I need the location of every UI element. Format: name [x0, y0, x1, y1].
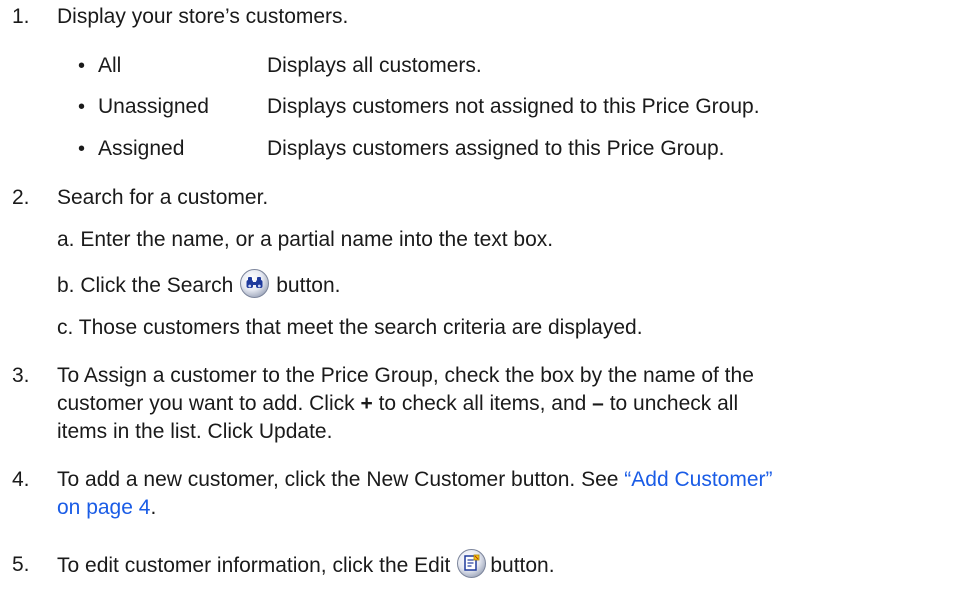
check-all-symbol: +: [360, 392, 373, 415]
edit-button-icon: [456, 548, 487, 579]
bullet-unassigned: •: [78, 96, 86, 118]
uncheck-all-symbol: –: [592, 392, 604, 415]
step-5-text-after: button.: [490, 554, 555, 578]
step-2-text: Search for a customer.: [57, 186, 269, 209]
step-5-number: 5.: [12, 553, 30, 576]
filter-term-assigned: Assigned: [98, 137, 185, 160]
step-3-line-1: To Assign a customer to the Price Group,…: [57, 364, 754, 387]
step-3-line-2b: to check all items, and: [372, 392, 593, 415]
step-5-text-before: To edit customer information, click the …: [57, 554, 451, 578]
binoculars-icon: [240, 269, 270, 298]
step-5-line: To edit customer information, click the …: [57, 548, 555, 579]
step-3-line-2a: customer you want to add. Click: [57, 392, 361, 415]
filter-desc-all: Displays all customers.: [267, 54, 482, 77]
step-4-line-2: on page 4.: [57, 494, 156, 522]
step-4-number: 4.: [12, 468, 30, 491]
step-2b-text-before: b. Click the Search: [57, 274, 234, 298]
search-button-icon: [239, 268, 270, 299]
step-2a-text: a. Enter the name, or a partial name int…: [57, 228, 554, 251]
filter-desc-unassigned: Displays customers not assigned to this …: [267, 95, 760, 118]
step-4-text: To add a new customer, click the New Cus…: [57, 468, 625, 491]
step-3-line-2: customer you want to add. Click + to che…: [57, 390, 738, 418]
step-1-text: Display your store’s customers.: [57, 5, 349, 28]
step-2-number: 2.: [12, 186, 30, 209]
step-2c-text: c. Those customers that meet the search …: [57, 316, 643, 339]
filter-term-all: All: [98, 54, 122, 77]
bullet-assigned: •: [78, 138, 86, 160]
filter-term-unassigned: Unassigned: [98, 95, 209, 118]
step-3-line-2c: to uncheck all: [603, 392, 739, 415]
step-2b-text-after: button.: [276, 274, 341, 298]
page-4-link[interactable]: on page 4: [57, 496, 150, 519]
step-2b-line: b. Click the Search button.: [57, 268, 341, 299]
step-4-line-1: To add a new customer, click the New Cus…: [57, 466, 773, 494]
step-1-number: 1.: [12, 5, 30, 28]
add-customer-link[interactable]: “Add Customer”: [624, 468, 772, 491]
step-3-number: 3.: [12, 364, 30, 387]
bullet-all: •: [78, 55, 86, 77]
filter-desc-assigned: Displays customers assigned to this Pric…: [267, 137, 725, 160]
step-4-period: .: [150, 496, 157, 519]
step-3-line-3: items in the list. Click Update.: [57, 420, 333, 443]
edit-document-icon: [457, 549, 487, 578]
